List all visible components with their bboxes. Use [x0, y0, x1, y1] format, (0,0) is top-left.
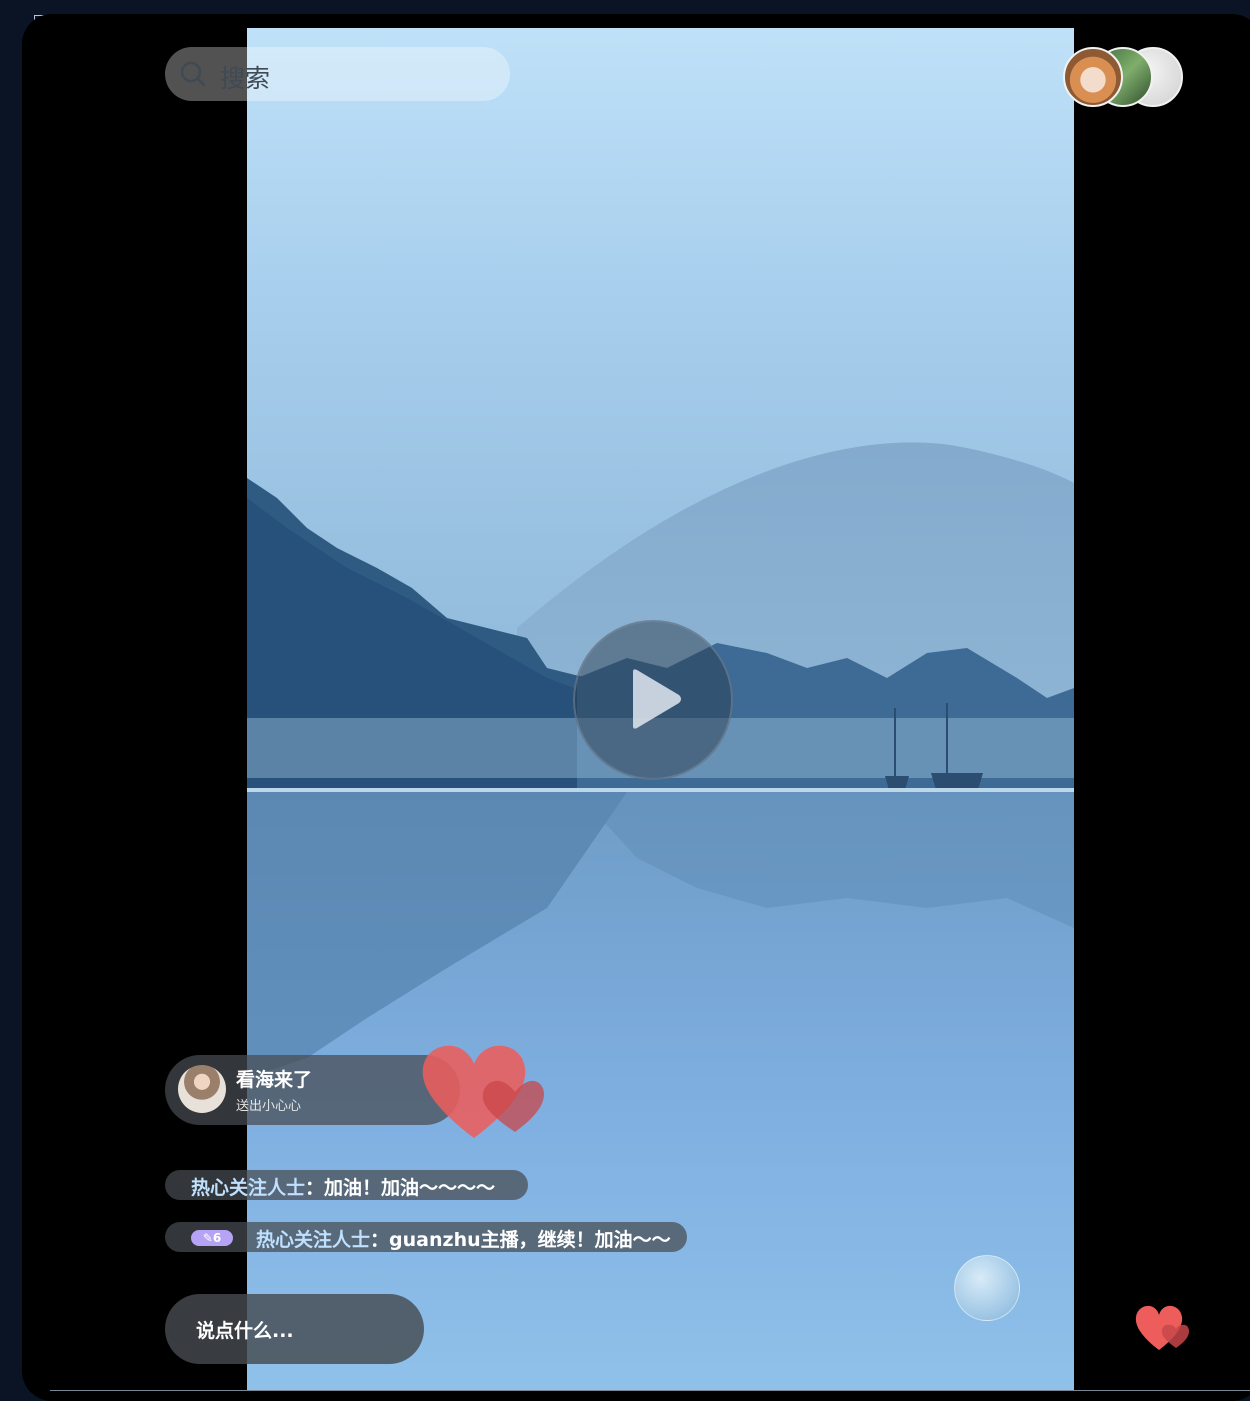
comment-user: 热心关注人士 [256, 1229, 371, 1251]
chat-input[interactable]: 说点什么... [165, 1294, 424, 1364]
floating-bubble[interactable] [954, 1255, 1020, 1321]
gift-action: 送出小心心 [236, 1099, 302, 1114]
viewer-avatar-corgi[interactable] [1063, 47, 1123, 107]
gift-heart-icon [422, 1045, 544, 1138]
level-value: 6 [212, 1231, 222, 1245]
comment-item: ✎6 热心关注人士：guanzhu主播，继续！加油～～ [165, 1222, 687, 1252]
search-icon [180, 61, 206, 87]
comment-user: 热心关注人士 [191, 1177, 306, 1199]
comment-separator: ： [305, 1177, 325, 1199]
comment-item: 热心关注人士：加油！加油～～～～ [165, 1170, 528, 1200]
play-button[interactable] [573, 620, 733, 780]
play-icon [633, 669, 681, 729]
comment-separator: ： [370, 1229, 390, 1251]
comment-message: 加油！加油～～～～ [324, 1177, 496, 1199]
level-badge: ✎6 [191, 1230, 233, 1246]
chat-input-placeholder: 说点什么... [196, 1320, 294, 1342]
gift-notice: 看海来了 送出小心心 [165, 1055, 460, 1125]
gift-user-avatar [178, 1065, 226, 1113]
gift-user-name: 看海来了 [236, 1069, 313, 1091]
live-frame: 搜索 看海来了 送出小心心 热心关注人士：加油！加油～～～～ ✎6 热心关注人士… [22, 14, 1250, 1401]
search-placeholder: 搜索 [220, 64, 271, 93]
comment-message: guanzhu主播，继续！加油～～ [389, 1229, 671, 1251]
search-bar[interactable]: 搜索 [165, 47, 510, 101]
like-heart-icon[interactable] [1135, 1304, 1191, 1352]
frame-bottom-line [50, 1390, 1250, 1391]
pencil-icon: ✎ [202, 1231, 213, 1245]
